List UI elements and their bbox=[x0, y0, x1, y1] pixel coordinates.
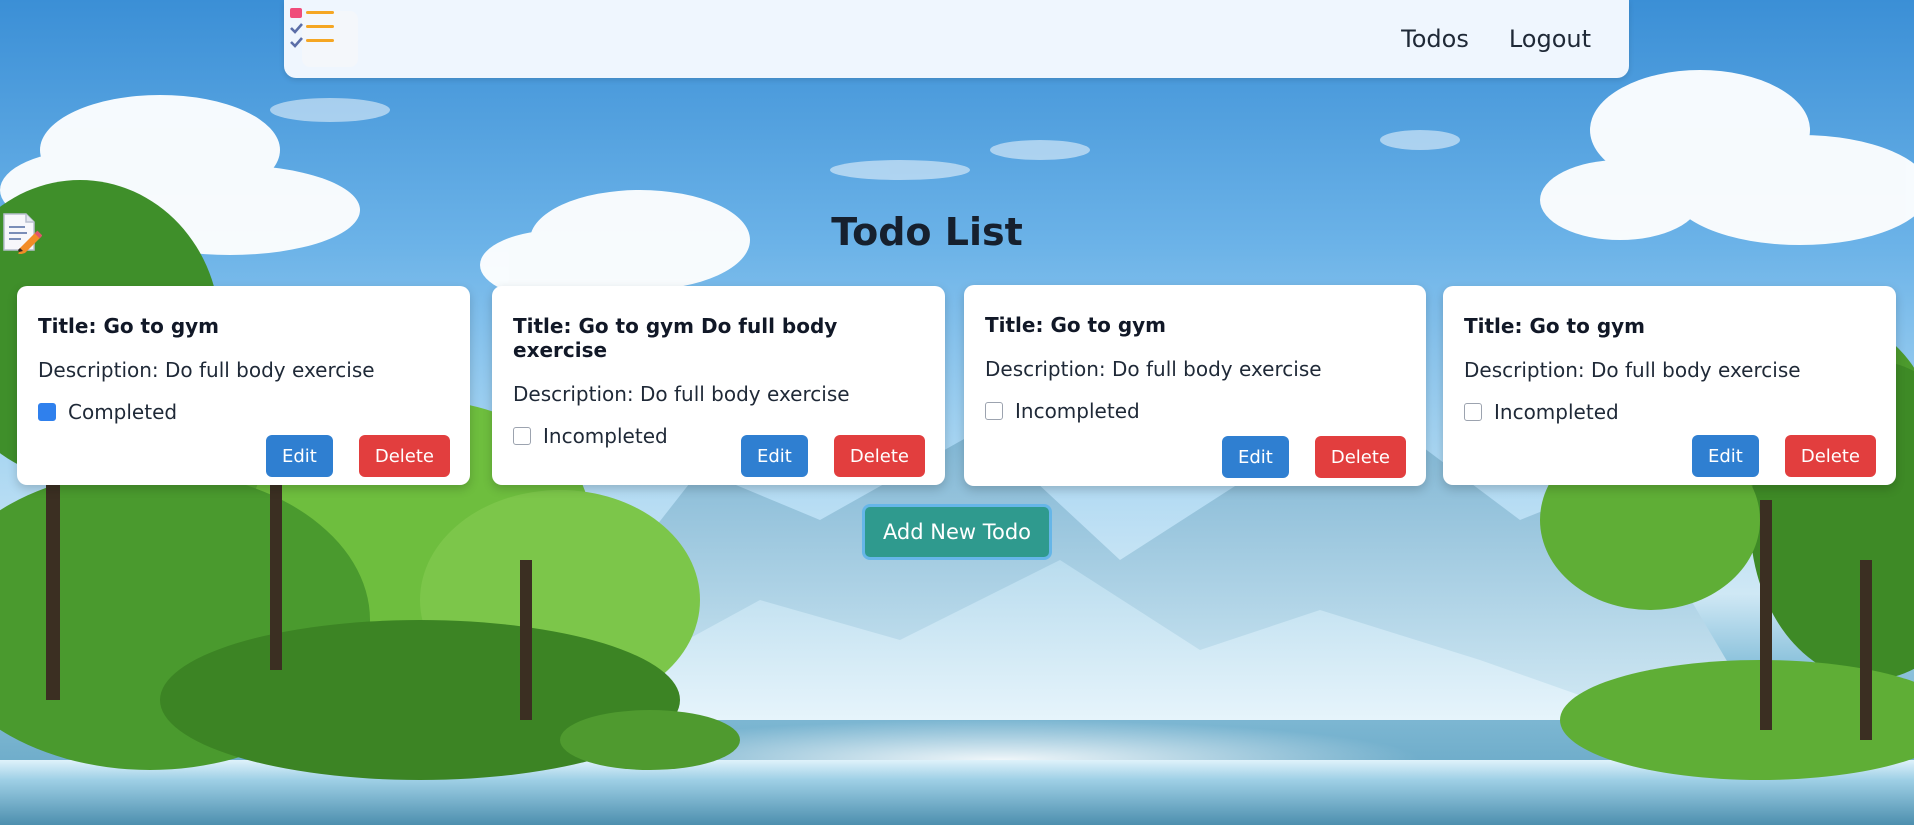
completed-checkbox[interactable] bbox=[985, 402, 1003, 420]
add-new-todo-button[interactable]: Add New Todo bbox=[862, 504, 1052, 560]
page-title-text: Todo List bbox=[831, 210, 1023, 254]
background-landscape: Todos Logout Todo List Title: Go to gym … bbox=[0, 0, 1914, 825]
status-label: Incompleted bbox=[1494, 400, 1619, 424]
todo-title: Title: Go to gym bbox=[38, 314, 220, 338]
status-label: Incompleted bbox=[543, 424, 668, 448]
delete-button[interactable]: Delete bbox=[358, 435, 450, 477]
status-label: Completed bbox=[68, 400, 178, 424]
completed-checkbox[interactable] bbox=[1464, 403, 1482, 421]
todo-status: Incompleted bbox=[1464, 400, 1876, 424]
todo-description: Description: Do full body exercise bbox=[1464, 358, 1801, 382]
nav-link-logout[interactable]: Logout bbox=[1509, 25, 1591, 53]
todo-description: Description: Do full body exercise bbox=[513, 382, 850, 406]
todo-actions: Edit Delete bbox=[740, 435, 925, 477]
status-label: Incompleted bbox=[1015, 399, 1140, 423]
delete-button[interactable]: Delete bbox=[1314, 436, 1406, 478]
todo-status: Completed bbox=[18, 288, 450, 424]
delete-button[interactable]: Delete bbox=[833, 435, 925, 477]
todo-description: Description: Do full body exercise bbox=[38, 358, 375, 382]
todo-title: Title: Go to gym bbox=[1464, 314, 1646, 338]
delete-button[interactable]: Delete bbox=[1784, 435, 1876, 477]
todo-card: Title: Go to gym Description: Do full bo… bbox=[17, 286, 470, 485]
edit-button[interactable]: Edit bbox=[265, 435, 333, 477]
todo-actions: Edit Delete bbox=[1691, 435, 1876, 477]
todo-description: Description: Do full body exercise bbox=[985, 357, 1322, 381]
edit-button[interactable]: Edit bbox=[1221, 436, 1289, 478]
todo-actions: Edit Delete bbox=[265, 435, 450, 477]
todo-card: Title: Go to gym Description: Do full bo… bbox=[964, 285, 1426, 486]
todo-card: Title: Go to gym Description: Do full bo… bbox=[1443, 286, 1896, 485]
todo-title: Title: Go to gym bbox=[985, 313, 1167, 337]
checklist-icon[interactable] bbox=[290, 8, 358, 67]
completed-checkbox[interactable] bbox=[513, 427, 531, 445]
edit-button[interactable]: Edit bbox=[740, 435, 808, 477]
edit-button[interactable]: Edit bbox=[1691, 435, 1759, 477]
nav-link-todos[interactable]: Todos bbox=[1401, 25, 1469, 53]
page-title: Todo List bbox=[0, 210, 1914, 254]
todo-card: Title: Go to gym Do full body exercise D… bbox=[492, 286, 945, 485]
memo-icon bbox=[3, 210, 1083, 254]
nav-links: Todos Logout bbox=[1401, 25, 1591, 53]
todo-status: Incompleted bbox=[985, 399, 1406, 423]
todo-actions: Edit Delete bbox=[1221, 436, 1406, 478]
completed-checkbox[interactable] bbox=[18, 288, 56, 421]
checkmark-icon bbox=[18, 288, 30, 299]
todo-title: Title: Go to gym Do full body exercise bbox=[513, 314, 838, 362]
top-navbar: Todos Logout bbox=[284, 0, 1629, 78]
